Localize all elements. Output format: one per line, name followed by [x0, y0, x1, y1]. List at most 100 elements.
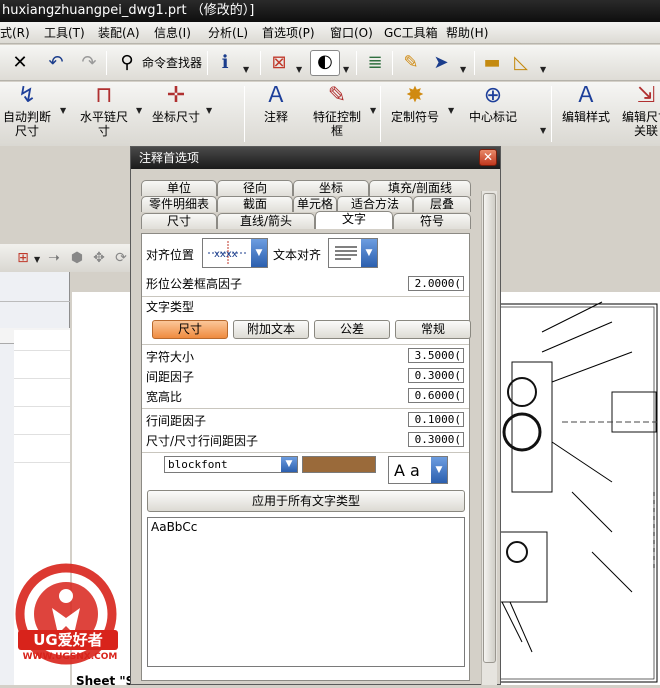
text-color-swatch[interactable] — [302, 456, 376, 473]
undo-icon[interactable]: ↶ — [45, 52, 67, 74]
dim-line-spacing-input[interactable]: 0.3000( — [408, 432, 464, 447]
rotate-icon[interactable]: ⟳ — [112, 247, 130, 269]
menu-window[interactable]: 窗口(O) — [330, 22, 373, 44]
apply-all-text-types-button[interactable]: 应用于所有文字类型 — [147, 490, 465, 512]
edit-dimension-association-button[interactable]: ⇲ 编辑尺寸 关联 — [618, 82, 660, 138]
close-icon[interactable]: ✕ — [10, 52, 30, 74]
tab-ordinate[interactable]: 坐标 — [293, 180, 369, 196]
chevron-down-icon[interactable]: ▼ — [206, 106, 212, 115]
tab-parts-list[interactable]: 零件明细表 — [141, 196, 217, 212]
edit-association-icon: ⇲ — [636, 83, 656, 108]
ruler-icon[interactable]: ▬ — [480, 52, 504, 74]
auto-dimension-button[interactable]: ↯ 自动判断 尺寸 — [2, 82, 52, 138]
text-align-select[interactable]: ▼ — [328, 238, 378, 268]
solid-icon[interactable]: ⬢ — [68, 247, 86, 269]
menu-analysis[interactable]: 分析(L) — [208, 22, 248, 44]
chain-dimension-label: 水平链尺 寸 — [79, 110, 128, 138]
chevron-down-icon[interactable]: ▼ — [281, 457, 297, 472]
dialog-title: 注释首选项 ✕ — [131, 147, 500, 169]
window-title: huxiangzhuangpei_dwg1.prt （修改的）] — [0, 0, 660, 22]
menu-preferences[interactable]: 首选项(P) — [262, 22, 315, 44]
tab-cell[interactable]: 单元格 — [293, 196, 337, 212]
chevron-down-icon[interactable]: ▼ — [460, 65, 466, 74]
tab-fill-hatch[interactable]: 填充/剖面线 — [369, 180, 471, 196]
menu-tools[interactable]: 工具(T) — [44, 22, 85, 44]
menu-help[interactable]: 帮助(H) — [446, 22, 488, 44]
center-mark-button[interactable]: ⊕ 中心标记 — [464, 82, 522, 124]
text-type-general[interactable]: 常规 — [395, 320, 471, 339]
custom-symbol-button[interactable]: ✸ 定制符号 — [386, 82, 444, 124]
arrow-icon[interactable]: ➝ — [46, 247, 62, 269]
font-select[interactable]: blockfont ▼ — [164, 456, 298, 473]
menu-gc-toolbox[interactable]: GC工具箱 — [384, 22, 438, 44]
tab-line-arrow[interactable]: 直线/箭头 — [217, 213, 315, 229]
tab-fit-method[interactable]: 适合方法 — [337, 196, 413, 212]
font-select-value: blockfont — [168, 458, 228, 471]
tab-units[interactable]: 单位 — [141, 180, 217, 196]
tab-radial[interactable]: 径向 — [217, 180, 293, 196]
menu-format[interactable]: 式(R) — [0, 22, 30, 44]
wrench-icon[interactable]: ✎ — [400, 52, 422, 74]
triangle-ruler-icon[interactable]: ◺ — [510, 52, 532, 74]
arrow-right-icon[interactable]: ➤ — [430, 52, 452, 74]
snap-point-icon[interactable]: ⊞ — [14, 247, 32, 269]
binoculars-icon[interactable]: ⚲ — [116, 52, 138, 74]
alignment-position-select[interactable]: xxxx ▼ — [202, 238, 268, 268]
chevron-down-icon[interactable]: ▼ — [251, 239, 267, 267]
char-size-input[interactable]: 3.5000( — [408, 348, 464, 363]
gdt-frame-factor-input[interactable]: 2.0000( — [408, 276, 464, 291]
aspect-ratio-label: 宽高比 — [146, 390, 183, 404]
scrollbar-thumb[interactable] — [483, 193, 496, 663]
text-type-segmented: 尺寸 附加文本 公差 常规 — [150, 320, 471, 340]
chevron-down-icon[interactable]: ▼ — [243, 65, 249, 74]
command-finder-button[interactable]: 命令查找器 — [142, 56, 202, 70]
spacing-factor-input[interactable]: 0.3000( — [408, 368, 464, 383]
info-icon[interactable]: ℹ — [214, 52, 236, 74]
tab-symbol[interactable]: 符号 — [393, 213, 471, 229]
chevron-down-icon[interactable]: ▼ — [60, 106, 66, 115]
dialog-scrollbar[interactable] — [481, 191, 497, 685]
chevron-down-icon[interactable]: ▼ — [136, 106, 142, 115]
view-fit-icon[interactable]: ⊠ — [268, 52, 290, 74]
chevron-down-icon[interactable]: ▼ — [431, 457, 447, 483]
line-spacing-input[interactable]: 0.1000( — [408, 412, 464, 427]
tab-section[interactable]: 截面 — [217, 196, 293, 212]
chevron-down-icon[interactable]: ▼ — [540, 65, 546, 74]
chevron-down-icon[interactable]: ▼ — [361, 239, 377, 267]
ug-logo-brand: UG爱好者 — [18, 630, 118, 650]
auto-dimension-label: 自动判断 尺寸 — [2, 110, 51, 138]
font-style-select[interactable]: A a ▼ — [388, 456, 448, 484]
ug-logo-watermark: UG爱好者 WWW.UGSNX.COM — [4, 562, 128, 680]
text-type-dimension[interactable]: 尺寸 — [152, 320, 228, 339]
tab-dimension[interactable]: 尺寸 — [141, 213, 217, 229]
redo-icon[interactable]: ↷ — [78, 52, 100, 74]
horizontal-chain-dimension-button[interactable]: ⊓ 水平链尺 寸 — [76, 82, 132, 138]
chevron-down-icon[interactable]: ▼ — [34, 255, 40, 264]
text-type-tolerance[interactable]: 公差 — [314, 320, 390, 339]
tab-text[interactable]: 文字 — [315, 211, 393, 229]
text-align-icon — [335, 246, 357, 260]
menu-assembly[interactable]: 装配(A) — [98, 22, 140, 44]
move-icon[interactable]: ✥ — [90, 247, 108, 269]
ordinate-dimension-button[interactable]: ✛ 坐标尺寸 — [148, 82, 204, 124]
chevron-down-icon[interactable]: ▼ — [370, 106, 376, 115]
toolbar-background — [0, 146, 130, 244]
text-align-label: 文本对齐 — [273, 248, 322, 262]
feature-control-frame-button[interactable]: ✎ 特征控制 框 — [308, 82, 366, 138]
render-style-icon[interactable]: ◐ — [310, 50, 340, 76]
fcf-label: 特征控制 框 — [312, 110, 361, 138]
note-button[interactable]: Ａ 注释 — [256, 82, 296, 124]
close-button[interactable]: ✕ — [479, 149, 497, 166]
selection-toolbar: ⊞ ▼ ➝ ⬢ ✥ ⟳ — [0, 244, 130, 272]
note-label: 注释 — [263, 110, 288, 124]
chevron-down-icon[interactable]: ▼ — [540, 126, 546, 135]
aspect-ratio-input[interactable]: 0.6000( — [408, 388, 464, 403]
edit-style-button[interactable]: Ａ 编辑样式 — [556, 82, 616, 124]
text-type-appended[interactable]: 附加文本 — [233, 320, 309, 339]
chevron-down-icon[interactable]: ▼ — [296, 65, 302, 74]
tab-stacking[interactable]: 层叠 — [413, 196, 471, 212]
chevron-down-icon[interactable]: ▼ — [448, 106, 454, 115]
chevron-down-icon[interactable]: ▼ — [343, 65, 349, 74]
menu-info[interactable]: 信息(I) — [154, 22, 191, 44]
layer-icon[interactable]: ≣ — [364, 52, 386, 74]
